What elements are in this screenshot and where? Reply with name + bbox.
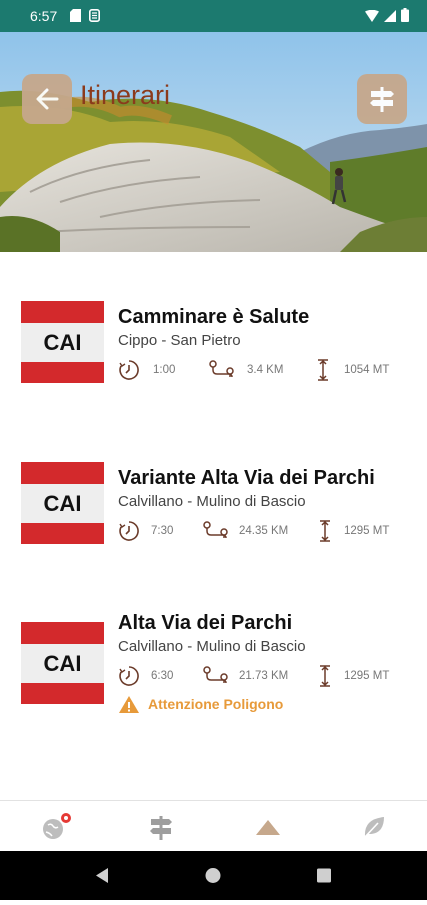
page-title: Itinerari [80, 80, 171, 110]
route-distance-icon [208, 359, 236, 386]
storage-icon [89, 9, 100, 25]
itinerary-name: Alta Via dei Parchi [118, 612, 293, 634]
signpost-icon [150, 816, 172, 840]
distance-value: 21.73 KM [239, 670, 289, 682]
clock-icon [118, 520, 140, 547]
itinerary-name: Variante Alta Via dei Parchi [118, 467, 375, 489]
arrow-left-icon [36, 88, 59, 110]
itinerary-route: Calvillano - Mulino di Bascio [118, 638, 306, 655]
wifi-icon [365, 9, 379, 25]
warning-text: Attenzione Poligono [148, 696, 284, 712]
elevation-value: 1295 MT [344, 670, 390, 682]
signal-icon [384, 9, 396, 25]
system-recents-icon[interactable] [317, 868, 331, 883]
warning-icon [119, 696, 139, 713]
bottom-navigation [0, 800, 427, 852]
itinerary-route: Calvillano - Mulino di Bascio [118, 493, 306, 510]
duration-value: 1:00 [153, 364, 176, 376]
cai-badge: CAI [21, 462, 104, 544]
leaf-icon [364, 817, 384, 838]
elevation-icon [318, 665, 332, 692]
elevation-value: 1054 MT [344, 364, 390, 376]
signpost-button[interactable] [357, 74, 407, 124]
itinerary-stats: 7:30 24.35 KM 1295 MT [118, 520, 408, 544]
header-hero-image [0, 32, 427, 252]
system-navigation-bar [0, 851, 427, 900]
list-item[interactable]: CAI Camminare è Salute Cippo - San Pietr… [0, 300, 427, 410]
status-time: 6:57 [30, 8, 58, 24]
nav-itineraries[interactable] [147, 813, 177, 841]
duration-value: 6:30 [151, 670, 174, 682]
map-pin-globe-icon [43, 813, 71, 839]
itinerary-route: Cippo - San Pietro [118, 332, 241, 349]
duration-value: 7:30 [151, 525, 174, 537]
nav-mountains[interactable] [254, 813, 284, 841]
cai-badge: CAI [21, 301, 104, 383]
back-button[interactable] [22, 74, 72, 124]
elevation-icon [316, 359, 330, 386]
battery-icon [401, 8, 409, 25]
elevation-value: 1295 MT [344, 525, 390, 537]
distance-value: 3.4 KM [247, 364, 284, 376]
status-bar: 6:57 [0, 0, 427, 32]
distance-value: 24.35 KM [239, 525, 289, 537]
system-back-icon[interactable] [96, 868, 108, 883]
route-distance-icon [202, 665, 230, 692]
clock-icon [118, 359, 140, 386]
elevation-icon [318, 520, 332, 547]
itinerary-stats: 6:30 21.73 KM 1295 MT [118, 665, 408, 689]
signpost-icon [370, 87, 394, 112]
cai-badge: CAI [21, 622, 104, 704]
nav-nature[interactable] [360, 813, 390, 841]
itinerary-name: Camminare è Salute [118, 306, 310, 328]
itinerary-stats: 1:00 3.4 KM 1054 MT [118, 359, 408, 383]
mountain-icon [256, 820, 280, 835]
system-home-icon[interactable] [205, 868, 221, 883]
sd-card-icon [70, 9, 81, 25]
nav-map[interactable] [40, 813, 71, 841]
route-distance-icon [202, 520, 230, 547]
list-item[interactable]: CAI Alta Via dei Parchi Calvillano - Mul… [0, 606, 427, 716]
list-item[interactable]: CAI Variante Alta Via dei Parchi Calvill… [0, 461, 427, 571]
clock-icon [118, 665, 140, 692]
